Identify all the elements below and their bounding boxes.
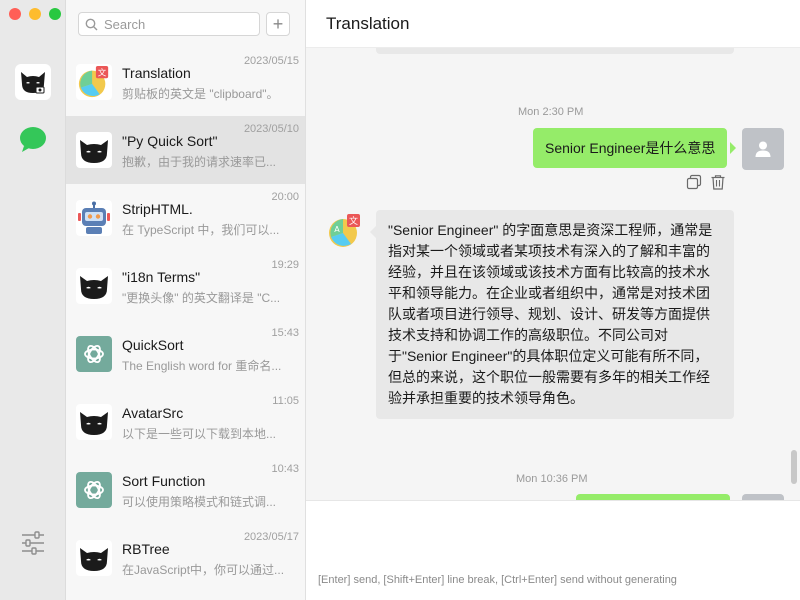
assistant-message-bubble[interactable]: "Senior Engineer" 的字面意思是资深工程师，通常是 指对某一个领域… (376, 210, 734, 419)
assistant-message-line: 验并承担重要的技术领导角色。 (388, 390, 584, 406)
cat-icon (77, 405, 111, 439)
conversation-avatar (76, 336, 112, 372)
svg-text:文: 文 (349, 215, 358, 227)
conversation-avatar (76, 404, 112, 440)
chats-nav-button[interactable] (18, 124, 48, 154)
conversation-preview: 抱歉，由于我的请求速率已... (122, 155, 277, 169)
new-conversation-button[interactable]: + (266, 12, 290, 36)
composer: [Enter] send, [Shift+Enter] line break, … (306, 500, 800, 600)
conversation-title: Translation (122, 65, 191, 81)
conversation-time: 2023/05/10 (243, 123, 299, 135)
translate-icon: 文 (77, 65, 111, 99)
conversation-preview: 在JavaScript中，你可以通过... (122, 563, 285, 577)
conversation-title: "i18n Terms" (122, 269, 201, 285)
conversation-items: 文 Translation 剪贴板的英文是 "clipboard"。 2023/05/… (66, 48, 305, 592)
chat-header: Translation (306, 0, 800, 48)
message-list[interactable]: Mon 2:30 PM Senior Engineer是什么意思 文 A "Se… (306, 48, 800, 500)
assistant-avatar: 文 A (327, 213, 363, 249)
conversation-title: StripHTML. (122, 201, 193, 217)
conversation-avatar: 文 (76, 64, 112, 100)
conversation-item[interactable]: "Py Quick Sort" 抱歉，由于我的请求速率已... 2023/05/10 (66, 116, 305, 184)
openai-icon (76, 472, 112, 508)
person-icon (755, 141, 771, 157)
conversation-item[interactable]: 文 Translation 剪贴板的英文是 "clipboard"。 2023/05/… (66, 48, 305, 116)
messages-scrollbar[interactable] (791, 450, 797, 484)
conversation-item[interactable]: AvatarSrc 以下是一些可以下载到本地... 11:05 (66, 388, 305, 456)
user-message-bubble[interactable]: Senior Engineer是什么意思 (533, 128, 728, 168)
chat-title: Translation (326, 14, 410, 33)
chat-bubble-icon (20, 127, 46, 152)
assistant-message-line: 指对某一个领域或者某项技术有深入的了解和丰富的 (388, 243, 710, 259)
conversation-title: "Py Quick Sort" (122, 133, 218, 149)
assistant-message-line: 平和领导能力。在企业或者组织中，通常是对技术团 (388, 285, 710, 301)
robot-icon (77, 201, 111, 235)
close-window-button[interactable] (9, 8, 21, 20)
user-avatar (742, 128, 784, 170)
openai-icon (76, 336, 112, 372)
conversation-preview: 可以使用策略模式和链式调... (122, 495, 277, 509)
cat-icon (77, 269, 111, 303)
user-message-text: Senior Engineer是什么意思 (545, 140, 716, 156)
conversation-time: 2023/05/15 (243, 55, 299, 67)
conversation-item[interactable]: "i18n Terms" "更换头像" 的英文翻译是 "C... 19:29 (66, 252, 305, 320)
message-input[interactable] (318, 509, 788, 565)
assistant-message-line: "Senior Engineer" 的字面意思是资深工程师，通常是 (388, 222, 713, 238)
conversation-time: 20:00 (271, 191, 299, 203)
app-rail (0, 0, 66, 600)
translate-icon: 文 A (329, 214, 360, 247)
assistant-message-line: 于"Senior Engineer"的具体职位定义可能有所不同， (388, 348, 709, 364)
copy-icon[interactable] (686, 174, 702, 190)
conversation-list: + 文 Translation 剪贴板的英文是 "clipboard"。 2023/0… (66, 0, 306, 600)
conversation-time: 19:29 (271, 259, 299, 271)
assistant-message-line: 队或者项目进行领导、规划、设计、研发等方面提供 (388, 306, 710, 322)
cat-icon (77, 541, 111, 575)
conversation-avatar (76, 268, 112, 304)
search-box[interactable] (78, 12, 260, 36)
conversation-preview: 以下是一些可以下载到本地... (122, 427, 277, 441)
assistant-message-line: 经验，并且在该领域或该技术方面有比较高的技术水 (388, 264, 710, 280)
conversation-title: RBTree (122, 541, 170, 557)
settings-button[interactable] (20, 530, 46, 556)
sliders-icon (22, 531, 44, 555)
assistant-message-line: 技术支持和协调工作的高级职位。不同公司对 (388, 327, 668, 343)
conversation-time: 10:43 (271, 463, 299, 475)
conversation-title: AvatarSrc (122, 405, 184, 421)
conversation-item[interactable]: QuickSort The English word for 重命名... 15:4… (66, 320, 305, 388)
search-icon (85, 18, 98, 30)
cat-icon (21, 72, 45, 94)
conversation-item[interactable]: RBTree 在JavaScript中，你可以通过... 2023/05/17 (66, 524, 305, 592)
conversation-item[interactable]: StripHTML. 在 TypeScript 中，我们可以... 20:00 (66, 184, 305, 252)
conversation-title: Sort Function (122, 473, 206, 489)
conversation-preview: The English word for 重命名... (122, 359, 282, 373)
trash-icon[interactable] (710, 174, 726, 190)
conversation-time: 2023/05/17 (243, 531, 299, 543)
message-timestamp: Mon 10:36 PM (516, 473, 588, 485)
conversation-avatar (76, 540, 112, 576)
assistant-message-line: 但总的来说，这个职位一般需要有多年的相关工作经 (388, 369, 710, 385)
message-timestamp: Mon 2:30 PM (518, 106, 584, 118)
bubble-tail (730, 142, 736, 154)
conversation-title: QuickSort (122, 337, 184, 353)
conversation-avatar (76, 132, 112, 168)
conversation-avatar (76, 472, 112, 508)
conversation-item[interactable]: Sort Function 可以使用策略模式和链式调... 10:43 (66, 456, 305, 524)
chat-pane: Translation Mon 2:30 PM Senior Engineer是… (306, 0, 800, 600)
previous-message-bubble (376, 48, 734, 54)
profile-avatar[interactable] (15, 64, 51, 100)
cat-icon (77, 133, 111, 167)
search-input[interactable] (104, 16, 254, 32)
svg-text:文: 文 (98, 67, 107, 78)
conversation-preview: 剪贴板的英文是 "clipboard"。 (122, 87, 279, 101)
minimize-window-button[interactable] (29, 8, 41, 20)
maximize-window-button[interactable] (49, 8, 61, 20)
conversation-preview: 在 TypeScript 中，我们可以... (122, 223, 280, 237)
composer-hint: [Enter] send, [Shift+Enter] line break, … (318, 574, 677, 586)
svg-text:A: A (334, 225, 340, 234)
conversation-time: 11:05 (272, 395, 299, 407)
conversation-avatar (76, 200, 112, 236)
conversation-preview: "更换头像" 的英文翻译是 "C... (122, 291, 281, 305)
conversation-time: 15:43 (271, 327, 299, 339)
